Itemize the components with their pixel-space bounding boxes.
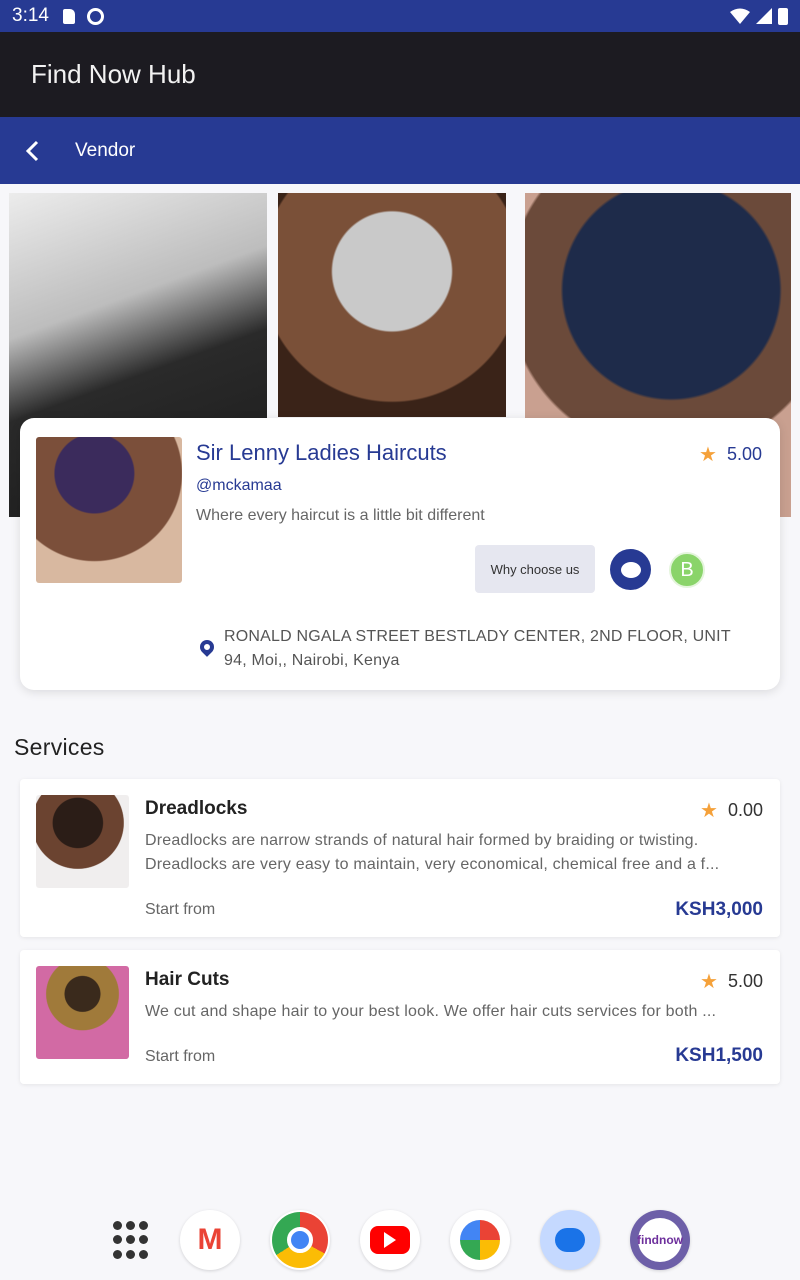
find-now-hub-icon: findnow — [637, 1218, 683, 1262]
status-left-icons — [62, 7, 104, 25]
status-bar: 3:14 — [0, 0, 800, 32]
service-description: We cut and shape hair to your best look.… — [145, 1003, 717, 1020]
gallery-photo[interactable] — [278, 193, 506, 417]
sd-card-icon — [62, 8, 75, 24]
photos-icon — [460, 1220, 500, 1260]
location-pin-icon — [197, 637, 217, 657]
vendor-rating: ★ 5.00 — [699, 442, 762, 467]
app-title: Find Now Hub — [31, 59, 196, 89]
app-bar: Find Now Hub — [0, 32, 800, 117]
star-icon: ★ — [700, 971, 718, 993]
service-card[interactable]: Dreadlocks ★ 0.00 Dreadlocks are narrow … — [20, 779, 780, 937]
vendor-handle[interactable]: @mckamaa — [196, 477, 282, 495]
battery-icon — [778, 7, 788, 25]
youtube-icon — [370, 1226, 410, 1254]
status-time: 3:14 — [12, 5, 49, 26]
star-icon: ★ — [700, 800, 718, 822]
service-title: Hair Cuts — [145, 969, 230, 990]
service-price: KSH1,500 — [675, 1045, 763, 1066]
whatsapp-business-icon: B — [680, 558, 694, 581]
messages-app-button[interactable] — [540, 1210, 600, 1270]
status-right-icons — [730, 7, 788, 25]
messages-icon — [555, 1228, 585, 1252]
why-choose-us-button[interactable]: Why choose us — [475, 545, 595, 593]
signal-icon — [756, 8, 772, 24]
app-dock: M findnow — [0, 1200, 800, 1280]
service-rating-value: 0.00 — [727, 800, 763, 820]
service-thumbnail — [36, 966, 129, 1059]
vendor-avatar — [36, 437, 182, 583]
wifi-icon — [730, 8, 750, 24]
star-icon: ★ — [699, 444, 717, 466]
chat-icon — [620, 561, 641, 578]
vendor-name: Sir Lenny Ladies Haircuts — [196, 440, 447, 465]
service-rating: ★ 5.00 — [700, 969, 763, 994]
youtube-app-button[interactable] — [360, 1210, 420, 1270]
service-start-label: Start from — [145, 1048, 216, 1065]
service-rating: ★ 0.00 — [700, 798, 763, 823]
service-rating-value: 5.00 — [727, 971, 763, 991]
chrome-app-button[interactable] — [270, 1210, 330, 1270]
chevron-left-icon — [25, 140, 39, 161]
service-start-label: Start from — [145, 901, 216, 918]
sync-icon — [86, 7, 104, 25]
nav-bar: Vendor — [0, 117, 800, 184]
chrome-icon — [272, 1212, 328, 1268]
service-card[interactable]: Hair Cuts ★ 5.00 We cut and shape hair t… — [20, 950, 780, 1084]
service-title: Dreadlocks — [145, 798, 248, 819]
photos-app-button[interactable] — [450, 1210, 510, 1270]
service-description: Dreadlocks are narrow strands of natural… — [145, 832, 720, 873]
find-now-hub-app-button[interactable]: findnow — [630, 1210, 690, 1270]
vendor-address: RONALD NGALA STREET BESTLADY CENTER, 2ND… — [224, 628, 731, 669]
services-heading: Services — [14, 734, 105, 760]
service-thumbnail — [36, 795, 129, 888]
whatsapp-business-button[interactable]: B — [669, 552, 705, 588]
back-button[interactable] — [0, 117, 64, 184]
vendor-tagline: Where every haircut is a little bit diff… — [196, 507, 485, 524]
gmail-app-button[interactable]: M — [180, 1210, 240, 1270]
vendor-rating-value: 5.00 — [726, 444, 762, 464]
gmail-icon: M — [197, 1223, 223, 1256]
page-title: Vendor — [75, 139, 136, 161]
all-apps-icon[interactable] — [110, 1220, 150, 1260]
chat-button[interactable] — [610, 549, 651, 590]
vendor-card: Sir Lenny Ladies Haircuts ★ 5.00 @mckama… — [20, 418, 780, 690]
service-price: KSH3,000 — [675, 899, 763, 920]
